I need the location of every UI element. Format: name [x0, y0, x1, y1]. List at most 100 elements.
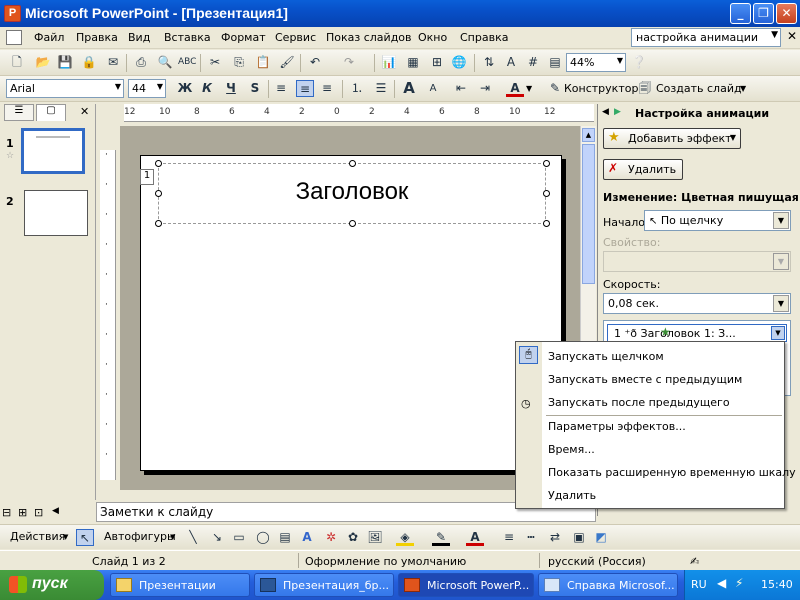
- help-question-box[interactable]: настройка анимации ▼: [631, 28, 781, 47]
- font-color-icon[interactable]: A: [506, 80, 524, 97]
- align-left-icon[interactable]: ≡: [272, 80, 290, 97]
- help-icon[interactable]: ❔: [630, 54, 648, 71]
- increase-indent-icon[interactable]: ⇥: [476, 80, 494, 97]
- increase-font-icon[interactable]: A: [400, 80, 418, 97]
- outline-tab[interactable]: ☰: [4, 104, 34, 121]
- line-color-icon[interactable]: ✎: [432, 529, 450, 546]
- scroll-thumb[interactable]: [582, 144, 595, 284]
- decrease-font-icon[interactable]: A: [424, 80, 442, 97]
- bullets-icon[interactable]: ☰: [372, 80, 390, 97]
- arrow-style-icon[interactable]: ⇄: [546, 529, 564, 546]
- fill-color-icon[interactable]: ◈: [396, 529, 414, 546]
- slide-thumbnail-1[interactable]: [21, 128, 85, 174]
- menu-start-with-previous[interactable]: Запускать вместе с предыдущим: [548, 373, 742, 386]
- start-button[interactable]: пуск: [0, 570, 104, 600]
- align-center-icon[interactable]: ≡: [296, 80, 314, 97]
- resize-handle[interactable]: [155, 220, 162, 227]
- animation-list-item[interactable]: 1 ⁺ð Заголовок 1: З... ★ ▼: [607, 324, 787, 342]
- resize-handle[interactable]: [543, 160, 550, 167]
- picture-icon[interactable]: 🖼: [366, 529, 384, 546]
- designer-icon[interactable]: ✎: [546, 80, 564, 97]
- line-icon[interactable]: ╲: [184, 529, 202, 546]
- resize-handle[interactable]: [349, 220, 356, 227]
- resize-handle[interactable]: [349, 160, 356, 167]
- shadow-style-icon[interactable]: ▣: [570, 529, 588, 546]
- menu-format[interactable]: Формат: [221, 31, 266, 44]
- select-pointer-icon[interactable]: ↖: [76, 529, 94, 546]
- menu-edit[interactable]: Правка: [76, 31, 118, 44]
- menu-insert[interactable]: Вставка: [164, 31, 211, 44]
- textbox-icon[interactable]: ▤: [276, 529, 294, 546]
- print-icon[interactable]: ⎙: [132, 54, 150, 71]
- remove-button[interactable]: ✗ Удалить: [603, 159, 683, 180]
- slides-tab[interactable]: ▢: [36, 104, 66, 121]
- underline-button[interactable]: Ч: [222, 80, 240, 97]
- close-pane-icon[interactable]: ✕: [80, 105, 89, 118]
- resize-handle[interactable]: [543, 190, 550, 197]
- designer-button[interactable]: Конструктор: [564, 82, 638, 95]
- close-document-icon[interactable]: ✕: [787, 29, 797, 43]
- menu-effect-options[interactable]: Параметры эффектов...: [548, 420, 686, 433]
- menu-view[interactable]: Вид: [128, 31, 150, 44]
- taskbar-item-help[interactable]: Справка Microsof...: [538, 573, 678, 597]
- wordart-icon[interactable]: A: [298, 529, 316, 546]
- restore-button[interactable]: ❐: [753, 3, 774, 24]
- email-icon[interactable]: ✉: [104, 54, 122, 71]
- align-right-icon[interactable]: ≡: [318, 80, 336, 97]
- speed-select[interactable]: 0,08 сек. ▼: [603, 293, 791, 314]
- new-slide-icon[interactable]: 🗐: [636, 80, 654, 97]
- save-icon[interactable]: 💾: [56, 54, 74, 71]
- color-grayscale-icon[interactable]: ▤: [546, 54, 564, 71]
- spelling-icon[interactable]: ABC: [178, 54, 196, 71]
- font-size-select[interactable]: 44 ▼: [128, 79, 166, 98]
- resize-handle[interactable]: [543, 220, 550, 227]
- numbering-icon[interactable]: ⒈: [348, 80, 366, 97]
- arrow-icon[interactable]: ↘: [208, 529, 226, 546]
- taskbar-item-presentations[interactable]: Презентации: [110, 573, 250, 597]
- chevron-down-icon[interactable]: ▼: [526, 84, 532, 93]
- italic-button[interactable]: К: [198, 80, 216, 97]
- tray-app-icon[interactable]: ⚡: [735, 576, 743, 590]
- menu-start-after-previous[interactable]: Запускать после предыдущего: [548, 396, 730, 409]
- rectangle-icon[interactable]: ▭: [230, 529, 248, 546]
- start-select[interactable]: ↖ По щелчку ▼: [644, 210, 791, 231]
- menu-timing[interactable]: Время...: [548, 443, 595, 456]
- forward-icon[interactable]: ▶: [614, 107, 621, 117]
- title-placeholder[interactable]: Заголовок: [158, 163, 546, 224]
- minimize-button[interactable]: _: [730, 3, 751, 24]
- language-indicator[interactable]: RU: [691, 578, 707, 591]
- title-bar[interactable]: P Microsoft PowerPoint - [Презентация1] …: [0, 0, 800, 27]
- taskbar-item-word-doc[interactable]: Презентация_бр...: [254, 573, 394, 597]
- font-select[interactable]: Arial ▼: [6, 79, 124, 98]
- menu-window[interactable]: Окно: [418, 31, 447, 44]
- slide-thumbnail-2[interactable]: [24, 190, 88, 236]
- new-icon[interactable]: 🗋: [8, 54, 26, 71]
- oval-icon[interactable]: ◯: [254, 529, 272, 546]
- zoom-select[interactable]: 44% ▼: [566, 53, 626, 72]
- table-icon[interactable]: ▦: [404, 54, 422, 71]
- print-preview-icon[interactable]: 🔍: [156, 54, 174, 71]
- chart-icon[interactable]: 📊: [380, 54, 398, 71]
- line-style-icon[interactable]: ≡: [500, 529, 518, 546]
- menu-start-on-click[interactable]: Запускать щелчком: [548, 350, 664, 363]
- toolbar-options-icon[interactable]: ▼: [740, 84, 746, 93]
- menu-tools[interactable]: Сервис: [275, 31, 316, 44]
- 3d-style-icon[interactable]: ◩: [592, 529, 610, 546]
- decrease-indent-icon[interactable]: ⇤: [452, 80, 470, 97]
- document-icon[interactable]: [6, 30, 22, 45]
- open-icon[interactable]: 📂: [34, 54, 52, 71]
- menu-remove[interactable]: Удалить: [548, 489, 596, 502]
- sorter-view-icon[interactable]: ⊞: [18, 506, 27, 519]
- dash-style-icon[interactable]: ┅: [522, 529, 540, 546]
- cut-icon[interactable]: ✂: [206, 54, 224, 71]
- bold-button[interactable]: Ж: [176, 80, 194, 97]
- copy-icon[interactable]: ⎘: [230, 54, 248, 71]
- permission-icon[interactable]: 🔒: [80, 54, 98, 71]
- back-icon[interactable]: ◀: [602, 107, 609, 117]
- close-button[interactable]: ✕: [776, 3, 797, 24]
- format-painter-icon[interactable]: 🖌: [278, 54, 296, 71]
- expand-icon[interactable]: ⇅: [480, 54, 498, 71]
- font-color-icon[interactable]: A: [466, 529, 484, 546]
- redo-icon[interactable]: ↷: [340, 54, 358, 71]
- scroll-up-icon[interactable]: ▲: [582, 128, 595, 142]
